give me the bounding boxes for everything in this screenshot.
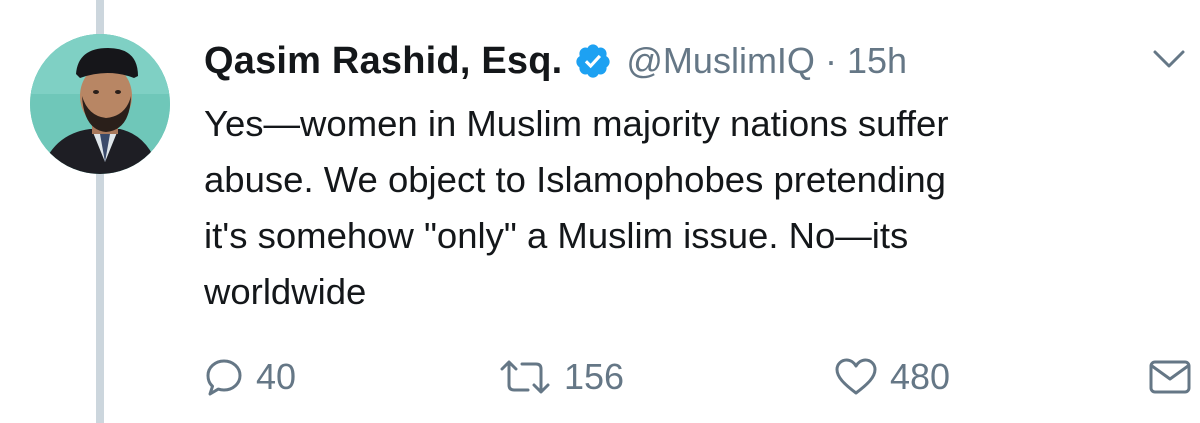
tweet-text-line: worldwide	[204, 271, 367, 312]
reply-button[interactable]: 40	[204, 352, 296, 402]
tweet-text-line: abuse. We object to Islamophobes pretend…	[204, 159, 946, 200]
separator-dot: ·	[824, 40, 837, 81]
envelope-icon	[1148, 357, 1192, 397]
chevron-down-icon[interactable]	[1152, 48, 1186, 70]
retweet-button[interactable]: 156	[498, 352, 624, 402]
tweet-text-line: it's somehow "only" a Muslim issue. No—i…	[204, 215, 909, 256]
tweet-text-line: Yes—women in Muslim majority nations suf…	[204, 103, 949, 144]
heart-icon	[834, 357, 878, 397]
like-button[interactable]: 480	[834, 352, 950, 402]
user-handle[interactable]: @MuslimIQ	[626, 40, 815, 82]
tweet-header: Qasim Rashid, Esq. @MuslimIQ · 15h	[204, 36, 907, 86]
direct-message-button[interactable]	[1148, 352, 1192, 402]
verified-badge-icon	[574, 42, 612, 80]
reply-icon	[204, 357, 244, 397]
display-name[interactable]: Qasim Rashid, Esq.	[204, 40, 562, 83]
retweet-count: 156	[564, 356, 625, 397]
tweet-text: Yes—women in Muslim majority nations suf…	[204, 96, 1164, 320]
avatar-image	[30, 34, 170, 174]
tweet-action-bar: 40 156 480	[204, 352, 1194, 402]
timestamp[interactable]: 15h	[847, 40, 907, 82]
reply-count: 40	[256, 356, 297, 397]
like-count: 480	[890, 356, 951, 397]
avatar[interactable]	[30, 34, 170, 174]
retweet-icon	[498, 359, 552, 395]
